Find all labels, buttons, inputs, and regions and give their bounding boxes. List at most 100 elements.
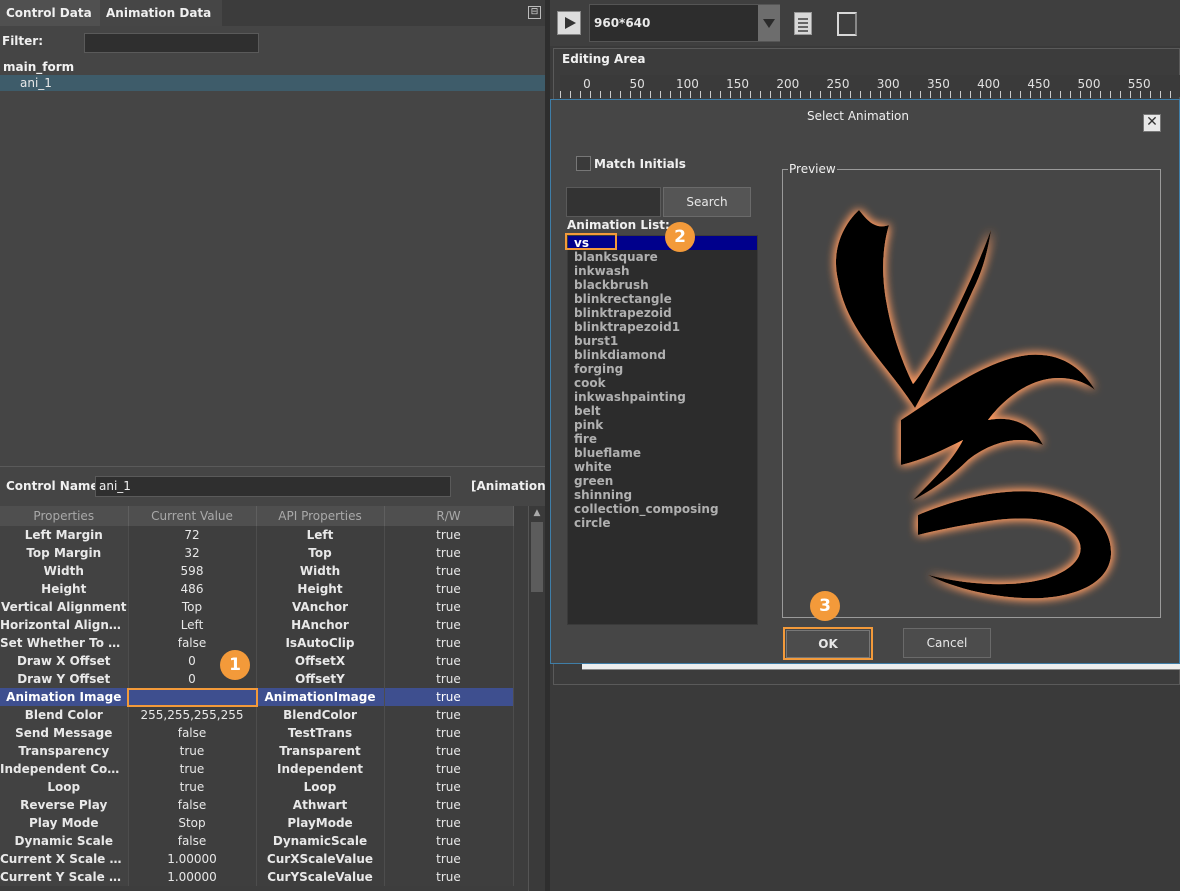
current-value-cell[interactable]: Stop [128, 814, 257, 832]
current-value-cell[interactable]: 1.00000 [128, 868, 257, 886]
table-row[interactable]: Vertical Alignment Top VAnchor true [0, 598, 514, 616]
close-icon[interactable]: ✕ [1143, 114, 1161, 132]
list-item[interactable]: blinktrapezoid [568, 306, 757, 320]
table-row[interactable]: Blend Color 255,255,255,255 BlendColor true [0, 706, 514, 724]
current-value-cell[interactable]: 72 [128, 526, 257, 544]
list-item[interactable]: blinkrectangle [568, 292, 757, 306]
scroll-up-icon[interactable]: ▲ [532, 508, 542, 518]
horizontal-ruler: 0 50 100 150 200 250 300 350 400 450 500 550 [560, 75, 1180, 98]
table-row[interactable]: Independent Contr... true Independent true [0, 760, 514, 778]
resolution-select[interactable]: 960*640 [589, 4, 780, 42]
ruler-tick-label: 400 [977, 77, 1001, 91]
list-item[interactable]: inkwashpainting [568, 390, 757, 404]
grid-scrollbar[interactable]: ▲ [528, 506, 545, 891]
list-item[interactable]: forging [568, 362, 757, 376]
current-value-cell[interactable]: false [128, 796, 257, 814]
editing-area-title: Editing Area [562, 52, 646, 66]
pin-icon[interactable]: ⊟ [528, 6, 541, 19]
list-item[interactable]: circle [568, 516, 757, 530]
api-property-cell: Loop [256, 778, 385, 796]
match-initials-label: Match Initials [594, 157, 686, 171]
tree-item-ani-1[interactable]: ani_1 [0, 75, 545, 91]
search-input[interactable] [566, 187, 661, 217]
match-initials-checkbox[interactable] [576, 156, 591, 171]
filter-input[interactable] [84, 33, 259, 53]
grid-header-cell[interactable]: API Properties [256, 506, 385, 526]
list-item[interactable]: blinkdiamond [568, 348, 757, 362]
table-row[interactable]: Height 486 Height true [0, 580, 514, 598]
list-item[interactable]: cook [568, 376, 757, 390]
grid-header-cell[interactable]: Current Value [128, 506, 257, 526]
document-icon[interactable] [794, 12, 812, 35]
api-property-cell: AnimationImage [256, 688, 385, 706]
property-name-cell: Animation Image [0, 688, 129, 706]
table-row[interactable]: Current X Scale Value1.00000CurXScaleVal… [0, 850, 514, 868]
list-item[interactable]: green [568, 474, 757, 488]
current-value-cell[interactable]: 598 [128, 562, 257, 580]
cancel-button[interactable]: Cancel [903, 628, 991, 658]
current-value-cell[interactable]: 1.00000 [128, 850, 257, 868]
animation-list[interactable]: vs blanksquare inkwash blackbrush blinkrecta… [567, 235, 758, 625]
rw-cell: true [384, 724, 514, 742]
current-value-cell[interactable]: false [128, 724, 257, 742]
property-name-cell: Play Mode [0, 814, 129, 832]
list-item[interactable]: blackbrush [568, 278, 757, 292]
table-row[interactable]: Reverse Play false Athwart true [0, 796, 514, 814]
table-row[interactable]: Top Margin 32 Top true [0, 544, 514, 562]
table-row[interactable]: Draw Y Offset 0 OffsetY true [0, 670, 514, 688]
tab-animation-data[interactable]: Animation Data [100, 0, 222, 26]
property-name-cell: Height [0, 580, 129, 598]
table-row[interactable]: Current Y Scale Value1.00000CurYScaleVal… [0, 868, 514, 886]
ruler-tick-label: 150 [726, 77, 750, 91]
table-row[interactable]: Transparency true Transparent true [0, 742, 514, 760]
current-value-cell[interactable]: true [128, 760, 257, 778]
property-name-cell: Send Message [0, 724, 129, 742]
current-value-cell[interactable]: true [128, 742, 257, 760]
rw-cell: true [384, 850, 514, 868]
control-name-input[interactable]: ani_1 [95, 476, 451, 497]
callout-badge-1: 1 [220, 650, 250, 680]
current-value-cell[interactable]: Top [128, 598, 257, 616]
list-item[interactable]: blueflame [568, 446, 757, 460]
current-value-cell[interactable]: 486 [128, 580, 257, 598]
list-item[interactable]: belt [568, 404, 757, 418]
table-row[interactable]: Left Margin 72 Left true [0, 526, 514, 544]
api-property-cell: OffsetY [256, 670, 385, 688]
search-button[interactable]: Search [663, 187, 751, 217]
rw-cell: true [384, 814, 514, 832]
ruler-tick-label: 350 [926, 77, 950, 91]
current-value-cell[interactable]: false [128, 832, 257, 850]
table-row[interactable]: Play Mode Stop PlayMode true [0, 814, 514, 832]
list-item[interactable]: collection_composing [568, 502, 757, 516]
table-row[interactable]: Width 598 Width true [0, 562, 514, 580]
table-row[interactable]: Dynamic Scale false DynamicScale true [0, 832, 514, 850]
list-item[interactable]: white [568, 460, 757, 474]
current-value-cell[interactable]: Left [128, 616, 257, 634]
current-value-cell[interactable]: true [128, 778, 257, 796]
list-item[interactable]: fire [568, 432, 757, 446]
property-name-cell: Draw Y Offset [0, 670, 129, 688]
list-item[interactable]: inkwash [568, 264, 757, 278]
dialog-title: Select Animation [806, 109, 909, 123]
play-button[interactable] [557, 11, 581, 35]
list-item[interactable]: blinktrapezoid1 [568, 320, 757, 334]
table-row[interactable]: Draw X Offset 0 OffsetX true [0, 652, 514, 670]
table-row[interactable]: Horizontal AlignmentLeftHAnchortrue [0, 616, 514, 634]
table-row[interactable]: Set Whether To Cli... false IsAutoClip true [0, 634, 514, 652]
table-row[interactable]: Send Message false TestTrans true [0, 724, 514, 742]
grid-header-cell[interactable]: Properties [0, 506, 129, 526]
current-value-cell[interactable]: 255,255,255,255 [128, 706, 257, 724]
list-item[interactable]: shinning [568, 488, 757, 502]
current-value-cell[interactable]: 32 [128, 544, 257, 562]
table-row[interactable]: Loop true Loop true [0, 778, 514, 796]
chevron-down-icon[interactable] [758, 5, 780, 41]
list-item[interactable]: pink [568, 418, 757, 432]
rw-cell: true [384, 562, 514, 580]
list-item[interactable]: burst1 [568, 334, 757, 348]
tab-control-data[interactable]: Control Data [0, 0, 100, 26]
scrollbar-thumb[interactable] [531, 522, 543, 592]
tree-item-main-form[interactable]: main_form [3, 60, 74, 74]
page-layout-icon[interactable] [837, 12, 857, 36]
grid-header-cell[interactable]: R/W [384, 506, 514, 526]
list-item[interactable]: blanksquare [568, 250, 757, 264]
